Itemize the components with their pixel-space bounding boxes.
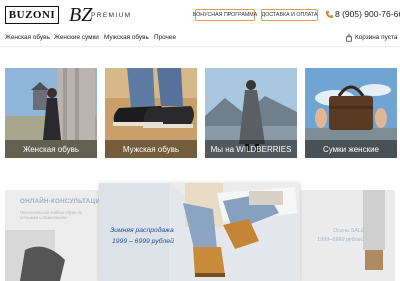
category-wildberries[interactable]: Мы на WILDBERRIES — [205, 68, 297, 158]
banner-winter-sale[interactable]: Зимняя распродажа 1999 – 6999 рублей — [99, 183, 300, 281]
site-header: BUZONI BZ PREMIUM БОНУСНАЯ ПРОГРАММА ДОС… — [0, 0, 400, 30]
cart-icon[interactable] — [345, 34, 353, 42]
winter-sale-price: 1999 – 6999 рублей — [112, 238, 174, 245]
autumn-sale-photo — [295, 190, 395, 281]
nav-item-womens-shoes[interactable]: Женская обувь — [5, 34, 50, 41]
category-womens-shoes[interactable]: Женская обувь — [5, 68, 97, 158]
autumn-sale-title: Осень SALE — [333, 228, 365, 234]
banner-autumn-sale[interactable]: Осень SALE 1999–6999 рублей — [295, 190, 395, 281]
delivery-payment-button[interactable]: ДОСТАВКА И ОПЛАТА — [261, 9, 318, 21]
cart-status[interactable]: Корзина пуста — [355, 34, 397, 41]
nav-item-mens-shoes[interactable]: Мужская обувь — [104, 34, 149, 41]
category-label: Женская обувь — [5, 140, 97, 158]
nav-item-other[interactable]: Прочее — [154, 34, 176, 41]
category-womens-bags[interactable]: Сумки женские — [305, 68, 397, 158]
phone-icon — [325, 10, 334, 19]
category-mens-shoes[interactable]: Мужская обувь — [105, 68, 197, 158]
winter-sale-title: Зимняя распродажа — [110, 227, 174, 234]
bz-premium-text: PREMIUM — [91, 12, 132, 19]
category-label: Мы на WILDBERRIES — [205, 140, 297, 158]
buzoni-logo[interactable]: BUZONI — [5, 6, 59, 24]
bz-premium-logo[interactable]: BZ — [69, 4, 92, 26]
consultation-title: ОНЛАЙН-КОНСУЛЬТАЦИЯ — [20, 198, 105, 205]
consultation-subtitle: Персональный подбор обуви по отзывам и п… — [20, 210, 83, 220]
category-label: Мужская обувь — [105, 140, 197, 158]
phone-number[interactable]: 8 (905) 900-76-66 — [335, 9, 400, 19]
category-label: Сумки женские — [305, 140, 397, 158]
bonus-program-button[interactable]: БОНУСНАЯ ПРОГРАММА — [193, 9, 257, 21]
nav-item-womens-bags[interactable]: Женские сумки — [54, 34, 99, 41]
autumn-sale-price: 1999–6999 рублей — [317, 237, 364, 243]
main-nav: Женская обувь Женские сумки Мужская обув… — [0, 30, 400, 47]
